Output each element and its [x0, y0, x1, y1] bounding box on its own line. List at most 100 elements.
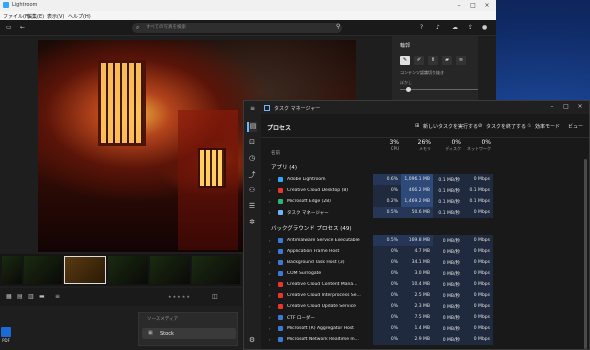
column-disk[interactable]: 0% ディスク [433, 139, 461, 152]
expand-chevron-icon[interactable]: › [269, 249, 271, 254]
process-row[interactable]: › Application Frame Host 0% 4.7 MB 0 MB/秒 0 M… [261, 246, 589, 257]
expand-chevron-icon[interactable]: › [269, 188, 271, 193]
desktop-shortcut[interactable]: PDF [0, 326, 12, 348]
tool-eraser-icon[interactable]: ▰ [442, 56, 452, 65]
end-task-button[interactable]: タスクを終了する [486, 123, 526, 130]
tool-adjust-icon[interactable]: ≋ [456, 56, 466, 65]
nav-details-icon[interactable]: ☰ [247, 202, 257, 212]
filter-icon[interactable]: ⚲ [336, 23, 340, 30]
column-cpu[interactable]: 3% CPU [373, 139, 399, 151]
process-row[interactable]: › Adobe Lightroom 0.6% 1,096.1 MB 0.1 MB/秒 0 … [261, 174, 589, 185]
thumbnail[interactable] [24, 256, 62, 284]
panel-title: 輪郭 [400, 43, 411, 49]
process-row[interactable]: › Microsoft (R) Aggregator Host 0% 1.4 MB 0 … [261, 323, 589, 334]
popup-header: ソースメディア [147, 317, 178, 322]
expand-chevron-icon[interactable]: › [269, 293, 271, 298]
thumbnail[interactable] [192, 256, 240, 284]
close-button[interactable]: × [480, 1, 494, 10]
slider-track[interactable] [400, 89, 480, 90]
thumbnail[interactable] [2, 256, 22, 284]
efficiency-icon[interactable]: ♧ [527, 123, 531, 129]
tm-minimize-button[interactable]: – [546, 103, 558, 112]
end-task-icon[interactable]: ⊘ [478, 123, 482, 129]
slider-knob[interactable] [406, 87, 411, 92]
tool-brush-icon[interactable]: ✎ [400, 56, 410, 65]
expand-chevron-icon[interactable]: › [269, 177, 271, 182]
task-manager-window: ≡ タスク マネージャー – □ × ▤ ⊡ ◷ ⤴ ⚇ ☰ ✲ ⚙ プロセス … [243, 100, 590, 350]
column-network[interactable]: 0% ネットワーク [463, 139, 491, 152]
new-task-button[interactable]: 新しいタスクを実行する [423, 123, 478, 130]
expand-chevron-icon[interactable]: › [269, 315, 271, 320]
process-row[interactable]: › Creative Cloud Update Service 0% 2.3 MB 0 … [261, 301, 589, 312]
process-row[interactable]: › COM Surrogate 0% 3.0 MB 0 MB/秒 0 Mbps [261, 268, 589, 279]
expand-chevron-icon[interactable]: › [269, 271, 271, 276]
single-view-icon[interactable]: ▬ [39, 293, 45, 300]
tool-stamp-icon[interactable]: ⚱ [428, 56, 438, 65]
thumbnail[interactable] [150, 256, 190, 284]
menu-edit[interactable]: 編集(E) [27, 13, 44, 20]
minimize-button[interactable]: – [452, 1, 466, 10]
nav-startup-icon[interactable]: ⤴ [247, 170, 257, 180]
new-task-icon[interactable]: ⊞ [415, 123, 419, 129]
nav-settings-icon[interactable]: ⚙ [247, 336, 257, 346]
expand-chevron-icon[interactable]: › [269, 199, 271, 204]
expand-chevron-icon[interactable]: › [269, 326, 271, 331]
tm-close-button[interactable]: × [574, 103, 586, 112]
search-input[interactable]: ⌕ すべての写真を検索 [132, 23, 342, 33]
scrollbar[interactable] [584, 159, 587, 349]
cloud-icon[interactable]: ☁ [452, 24, 458, 31]
process-memory: 3.0 MB [401, 268, 433, 279]
process-row[interactable]: › Antimalware Service Executable 0.5% 169.8… [261, 235, 589, 246]
avatar-icon[interactable]: ● [482, 24, 487, 31]
grid-view-icon[interactable]: ▦ [6, 293, 12, 300]
nav-performance-icon[interactable]: ⊡ [247, 138, 257, 148]
nav-services-icon[interactable]: ✲ [247, 218, 257, 228]
tm-maximize-button[interactable]: □ [560, 103, 572, 112]
nav-history-icon[interactable]: ◷ [247, 154, 257, 164]
task-manager-main: プロセス ⊞ 新しいタスクを実行する ⊘ タスクを終了する ♧ 効率モード ビュ… [261, 114, 589, 349]
hamburger-menu-icon[interactable]: ≡ [250, 105, 255, 112]
process-row[interactable]: › Microsoft Edge (28) 0.2% 1,469.2 MB 0.1 MB… [261, 196, 589, 207]
process-cpu: 0% [373, 334, 401, 345]
popup-item-stock[interactable]: ▣ Stock [142, 328, 236, 339]
help-icon[interactable]: ? [420, 24, 423, 31]
square-grid-icon[interactable]: ▤ [17, 293, 23, 300]
rating-stars[interactable]: ★★★★★ [168, 294, 191, 299]
expand-chevron-icon[interactable]: › [269, 210, 271, 215]
nav-processes-icon[interactable]: ▤ [247, 122, 257, 132]
column-name[interactable]: 名前 [271, 150, 280, 156]
thumbnail[interactable] [108, 256, 148, 284]
back-icon[interactable]: ← [20, 24, 25, 31]
expand-chevron-icon[interactable]: › [269, 238, 271, 243]
tool-pen-icon[interactable]: ✐ [414, 56, 424, 65]
efficiency-mode-button[interactable]: 効率モード [535, 123, 560, 130]
process-row[interactable]: › Creative Cloud Desktop (8) 0% 466.2 MB 0.1… [261, 185, 589, 196]
process-row[interactable]: › Microsoft Network Realtime In... 0% 2.9 M… [261, 334, 589, 345]
panel-toggle-icon[interactable]: ▭ [6, 24, 12, 31]
expand-chevron-icon[interactable]: › [269, 282, 271, 287]
expand-chevron-icon[interactable]: › [269, 304, 271, 309]
thumbnail-selected[interactable] [64, 256, 106, 284]
expand-chevron-icon[interactable]: › [269, 337, 271, 342]
bell-icon[interactable]: ♪ [436, 24, 440, 31]
process-disk: 0.1 MB/秒 [433, 196, 463, 207]
sort-icon[interactable]: ≡ [55, 293, 60, 300]
nav-users-icon[interactable]: ⚇ [247, 186, 257, 196]
process-row[interactable]: › タスク マネージャー 0.5% 50.6 MB 0.1 MB/秒 0 Mbps [261, 207, 589, 218]
view-button[interactable]: ビュー [568, 123, 583, 130]
process-row[interactable]: › Background Task Host (3) 0% 34.1 MB 0 MB/秒… [261, 257, 589, 268]
column-memory[interactable]: 26% メモリ [401, 139, 431, 152]
process-row[interactable]: › Creative Cloud Content Mana... 0% 10.4 MB… [261, 279, 589, 290]
detail-view-icon[interactable]: ▥ [28, 293, 34, 300]
expand-chevron-icon[interactable]: › [269, 260, 271, 265]
maximize-button[interactable]: □ [466, 1, 480, 10]
menu-help[interactable]: ヘルプ(H) [68, 13, 91, 20]
menu-file[interactable]: ファイル(F) [3, 13, 30, 20]
process-cpu: 0% [373, 257, 401, 268]
menu-view[interactable]: 表示(V) [47, 13, 64, 20]
process-row[interactable]: › CTF ローダー 0% 7.5 MB 0 MB/秒 0 Mbps [261, 312, 589, 323]
process-icon [278, 188, 283, 193]
process-row[interactable]: › Creative Cloud Interprocess Se... 0% 2.5 … [261, 290, 589, 301]
share-icon[interactable]: ⇪ [468, 24, 473, 31]
compare-icon[interactable]: ◫ [212, 293, 218, 300]
